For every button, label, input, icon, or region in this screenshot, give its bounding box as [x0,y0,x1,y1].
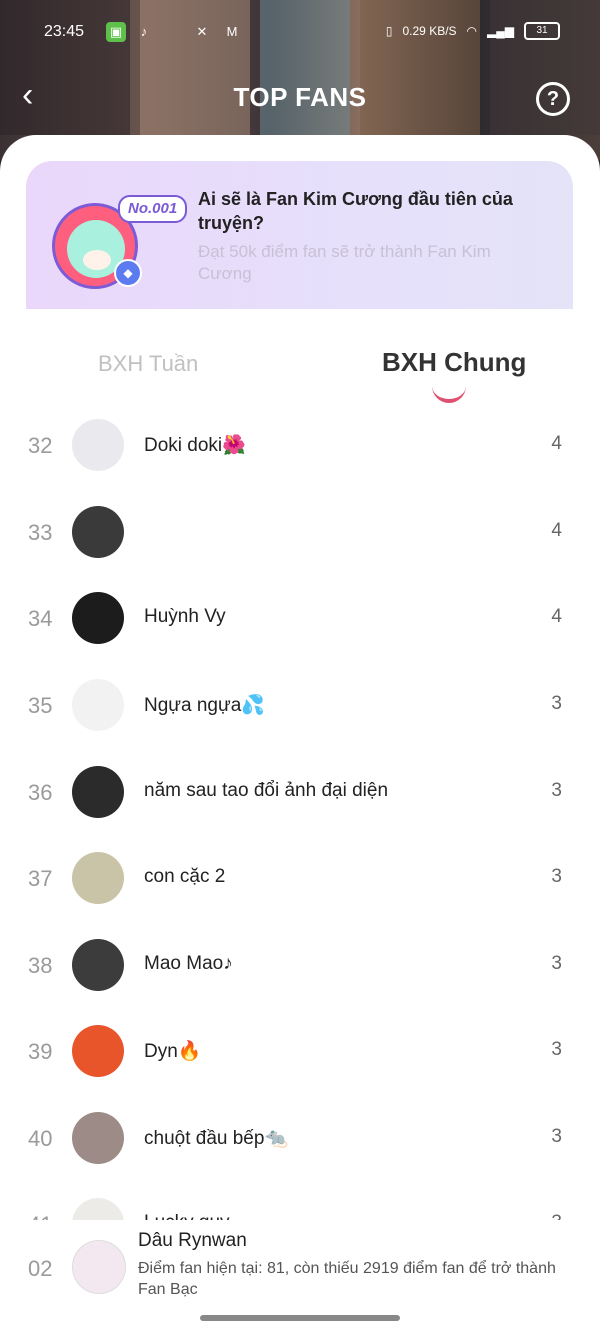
rank-number: 35 [28,693,53,718]
fan-name: Huỳnh Vy [144,606,226,627]
status-bar: 23:45 ▣ ♪ ✕ M ▯ 0.29 KB/S ◠ ▂▄▆ 31 [0,18,600,52]
home-indicator[interactable] [200,1315,400,1321]
banner-subtitle: Đạt 50k điểm fan sẽ trở thành Fan Kim Cư… [198,242,491,283]
banner-title: Ai sẽ là Fan Kim Cương đầu tiên của truy… [198,189,513,233]
rank-number: 39 [28,1039,53,1064]
avatar[interactable] [72,939,124,991]
rank-number: 36 [28,780,53,805]
page-title: TOP FANS [233,82,367,112]
avatar[interactable] [72,1025,124,1077]
fan-name: Dyn🔥 [144,1041,202,1062]
fan-score: 3 [551,866,562,887]
tiktok-icon: ♪ [140,24,148,39]
leaderboard-list[interactable]: 32 Doki doki🌺 4 33 4 34 Huỳnh Vy 4 35 Ng… [0,405,600,1220]
my-avatar [72,1240,126,1294]
avatar[interactable] [72,1112,124,1164]
list-item[interactable]: 37 con cặc 2 3 [0,838,600,924]
vibrate-icon: ▯ [385,24,393,38]
rank-number: 38 [28,953,53,978]
list-item[interactable]: 34 Huỳnh Vy 4 [0,578,600,664]
list-item[interactable]: 35 Ngựa ngựa💦 3 [0,665,600,751]
x-icon: ✕ [196,24,208,39]
battery-icon: 31 [524,22,560,40]
list-item[interactable]: 33 4 [0,492,600,578]
avatar[interactable] [72,852,124,904]
tab-overall[interactable]: BXH Chung [382,347,526,378]
rank-number: 33 [28,520,53,545]
content-sheet: ◆ No.001 Ai sẽ là Fan Kim Cương đầu tiên… [0,135,600,1333]
fan-score: 3 [551,1212,562,1220]
my-name: Dâu Rynwan [138,1230,247,1251]
fan-name: Doki doki🌺 [144,435,246,456]
fan-score: 3 [551,953,562,974]
fan-name: con cặc 2 [144,866,226,887]
status-right: ▯ 0.29 KB/S ◠ ▂▄▆ 31 [386,22,560,40]
list-item[interactable]: 41 Lucky guy 3 [0,1184,600,1220]
list-item[interactable]: 32 Doki doki🌺 4 [0,405,600,491]
avatar[interactable] [72,592,124,644]
list-item[interactable]: 39 Dyn🔥 3 [0,1011,600,1097]
rank-number: 37 [28,866,53,891]
diamond-icon: ◆ [114,259,142,287]
tab-weekly[interactable]: BXH Tuần [98,351,198,377]
rank-badge: No.001 [118,195,188,223]
fan-score: 4 [551,606,562,627]
fan-score: 3 [551,1126,562,1147]
gmail-icon: M [226,24,238,39]
wifi-icon: ◠ [466,24,478,38]
diamond-fan-banner: ◆ No.001 Ai sẽ là Fan Kim Cương đầu tiên… [26,161,573,309]
rank-number: 40 [28,1126,53,1151]
list-item[interactable]: 36 năm sau tao đổi ảnh đại diện 3 [0,752,600,838]
app-icon: ▣ [106,22,126,42]
list-item[interactable]: 40 chuột đầu bếp🐀 3 [0,1098,600,1184]
my-rank-number: 02 [28,1256,53,1281]
active-tab-indicator [432,385,466,403]
rank-number: 41 [28,1212,68,1220]
avatar[interactable] [72,679,124,731]
fan-score: 4 [551,520,562,541]
fan-name: Lucky guy [144,1212,230,1220]
my-progress-text: Điểm fan hiện tại: 81, còn thiếu 2919 đi… [138,1260,556,1298]
top-bar: ‹ TOP FANS ? [0,70,600,126]
avatar[interactable] [72,506,124,558]
list-item[interactable]: 38 Mao Mao♪ 3 [0,925,600,1011]
fan-name: Ngựa ngựa💦 [144,695,265,716]
network-speed: 0.29 KB/S [402,24,457,38]
avatar[interactable] [72,419,124,471]
rank-number: 32 [28,433,53,458]
fan-score: 3 [551,693,562,714]
avatar[interactable] [72,1198,124,1220]
fan-score: 3 [551,780,562,801]
help-icon[interactable]: ? [536,82,570,116]
fan-score: 4 [551,433,562,454]
leaderboard-tabs: BXH Tuần BXH Chung [0,341,600,403]
status-time: 23:45 [44,23,85,40]
avatar[interactable] [72,766,124,818]
fan-name: Mao Mao♪ [144,953,233,974]
fan-name: chuột đầu bếp🐀 [144,1128,289,1149]
rank-number: 34 [28,606,53,631]
signal-icon: ▂▄▆ [487,24,514,38]
fan-name: năm sau tao đổi ảnh đại diện [144,780,389,801]
fan-score: 3 [551,1039,562,1060]
